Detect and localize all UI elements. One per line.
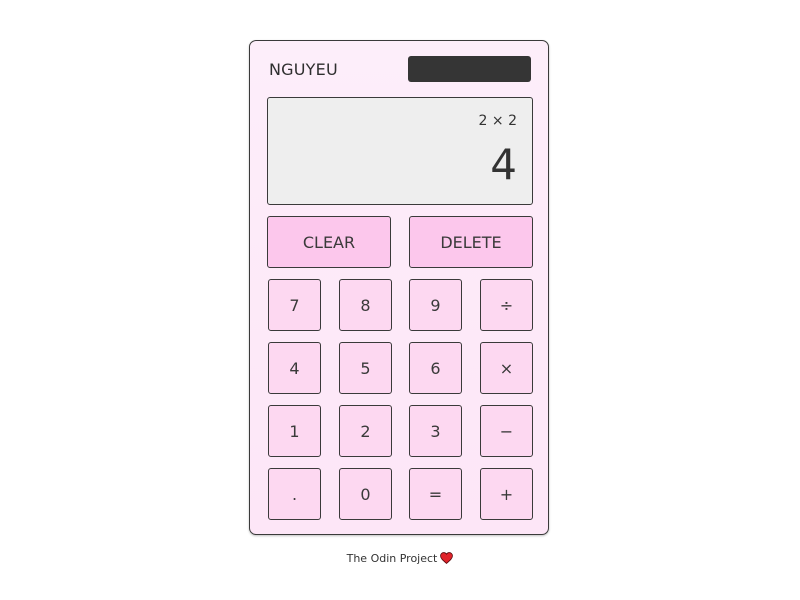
solar-panel [408,56,531,82]
brand-label: NGUYEU [269,60,338,79]
key-9[interactable]: 9 [409,279,462,331]
key-2[interactable]: 2 [339,405,392,457]
heart-icon [440,552,454,564]
key-add[interactable]: + [480,468,533,520]
key-multiply[interactable]: × [480,342,533,394]
footer-text: The Odin Project [346,552,438,565]
key-0[interactable]: 0 [339,468,392,520]
key-6[interactable]: 6 [409,342,462,394]
key-7[interactable]: 7 [268,279,321,331]
clear-button[interactable]: CLEAR [267,216,391,268]
previous-operation: 2 × 2 [478,113,517,129]
key-subtract[interactable]: − [480,405,533,457]
key-divide[interactable]: ÷ [480,279,533,331]
current-value: 4 [490,140,517,189]
key-1[interactable]: 1 [268,405,321,457]
key-5[interactable]: 5 [339,342,392,394]
key-decimal[interactable]: . [268,468,321,520]
display-screen: 2 × 2 4 [267,97,533,205]
delete-button[interactable]: DELETE [409,216,533,268]
key-equals[interactable]: = [409,468,462,520]
key-4[interactable]: 4 [268,342,321,394]
footer: The Odin Project [0,552,800,565]
calculator: NGUYEU 2 × 2 4 CLEAR DELETE 7 8 9 ÷ 4 5 6 × 1 2 3−… [249,40,549,535]
key-8[interactable]: 8 [339,279,392,331]
key-3[interactable]: 3 [409,405,462,457]
